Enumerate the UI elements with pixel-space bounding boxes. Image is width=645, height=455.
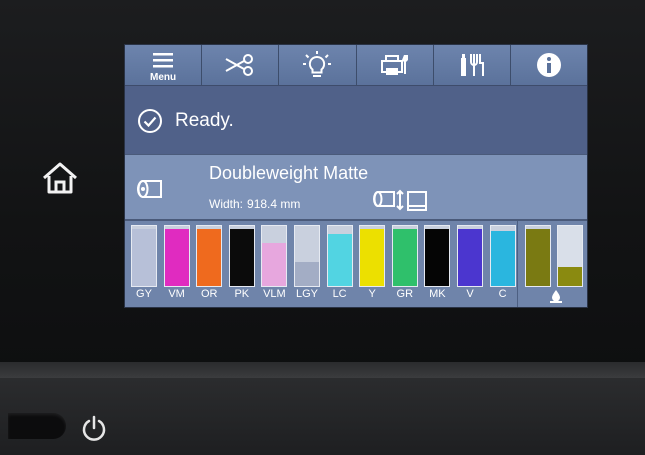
ink-cartridge-v [457, 225, 483, 287]
ink-label: GR [396, 288, 414, 300]
width-label: Width: [209, 197, 244, 211]
maintenance-fill-1 [526, 229, 550, 286]
status-text: Ready. [175, 110, 234, 131]
ink-label: LC [332, 288, 347, 300]
info-icon [536, 53, 561, 77]
ink-levels[interactable]: GY VM OR PK VLM LGY LC Y GR MK V C [125, 221, 587, 307]
ink-level-fill [327, 233, 352, 286]
ink-label: VM [168, 288, 185, 300]
power-slot [8, 413, 66, 439]
ink-cartridge-or [196, 225, 223, 287]
ink-cartridge-gy [131, 225, 157, 287]
ink-label: PK [234, 288, 250, 300]
roll-feed-icon [373, 189, 427, 211]
ink-label: GY [136, 288, 152, 300]
ink-level-fill [425, 229, 450, 286]
home-icon[interactable] [40, 160, 80, 196]
ink-level-fill [164, 229, 189, 286]
ink-settings-button[interactable] [433, 45, 511, 85]
maintenance-fill-2 [558, 267, 582, 286]
ink-tools-icon [460, 54, 484, 76]
cut-button[interactable] [202, 45, 280, 85]
ink-label: C [498, 288, 507, 300]
power-icon[interactable] [80, 414, 108, 442]
ink-cartridge-gr [391, 225, 418, 287]
menu-icon [153, 53, 174, 68]
ink-level-fill [490, 230, 515, 286]
maintenance-tank-2 [557, 225, 583, 287]
menu-button[interactable]: Menu [125, 45, 203, 85]
ink-cartridge-lc [326, 225, 353, 287]
lightbulb-icon [303, 51, 332, 77]
ink-label: OR [200, 288, 218, 300]
ink-cartridge-vlm [261, 225, 288, 287]
ink-level-fill [229, 229, 254, 286]
ink-label: LGY [295, 288, 318, 300]
paper-width: Width: 918.4 mm [209, 197, 300, 211]
maintenance-divider [517, 221, 518, 307]
ink-cartridge-lgy [294, 225, 320, 287]
status-row[interactable]: Ready. [125, 85, 587, 154]
scissors-icon [225, 54, 254, 76]
ink-level-fill [392, 229, 417, 286]
maintenance-button[interactable] [356, 45, 434, 85]
ink-level-fill [360, 229, 385, 286]
ink-level-fill [262, 242, 287, 286]
info-button[interactable] [510, 45, 587, 85]
ink-level-fill [295, 261, 319, 286]
paper-info-row[interactable]: Doubleweight Matte Width: 918.4 mm [125, 155, 587, 219]
ink-level-fill [458, 229, 482, 286]
ink-cartridge-y [359, 225, 386, 287]
ink-label: Y [368, 288, 376, 300]
ink-cartridge-mk [424, 225, 451, 287]
ink-cartridge-vm [163, 225, 190, 287]
bezel-edge [0, 362, 645, 378]
ink-label: MK [429, 288, 446, 300]
ink-label: V [466, 288, 474, 300]
ink-level-fill [197, 229, 222, 286]
touch-screen: Menu Ready. Doubleweight Matte Width: 91… [124, 44, 588, 308]
ink-label: VLM [263, 288, 286, 300]
roll-paper-icon [137, 180, 162, 198]
toolbar: Menu [125, 45, 587, 85]
menu-label: Menu [150, 72, 177, 83]
ink-cartridge-pk [228, 225, 255, 287]
ink-cartridge-c [489, 225, 516, 287]
check-circle-icon [138, 109, 162, 133]
maintenance-tank-icon [550, 290, 562, 303]
printer-maintenance-icon [380, 55, 408, 75]
width-value: 918.4 mm [247, 197, 301, 211]
ink-level-fill [132, 229, 156, 286]
maintenance-tank-1 [525, 225, 551, 287]
light-button[interactable] [279, 45, 357, 85]
paper-type: Doubleweight Matte [209, 163, 369, 183]
